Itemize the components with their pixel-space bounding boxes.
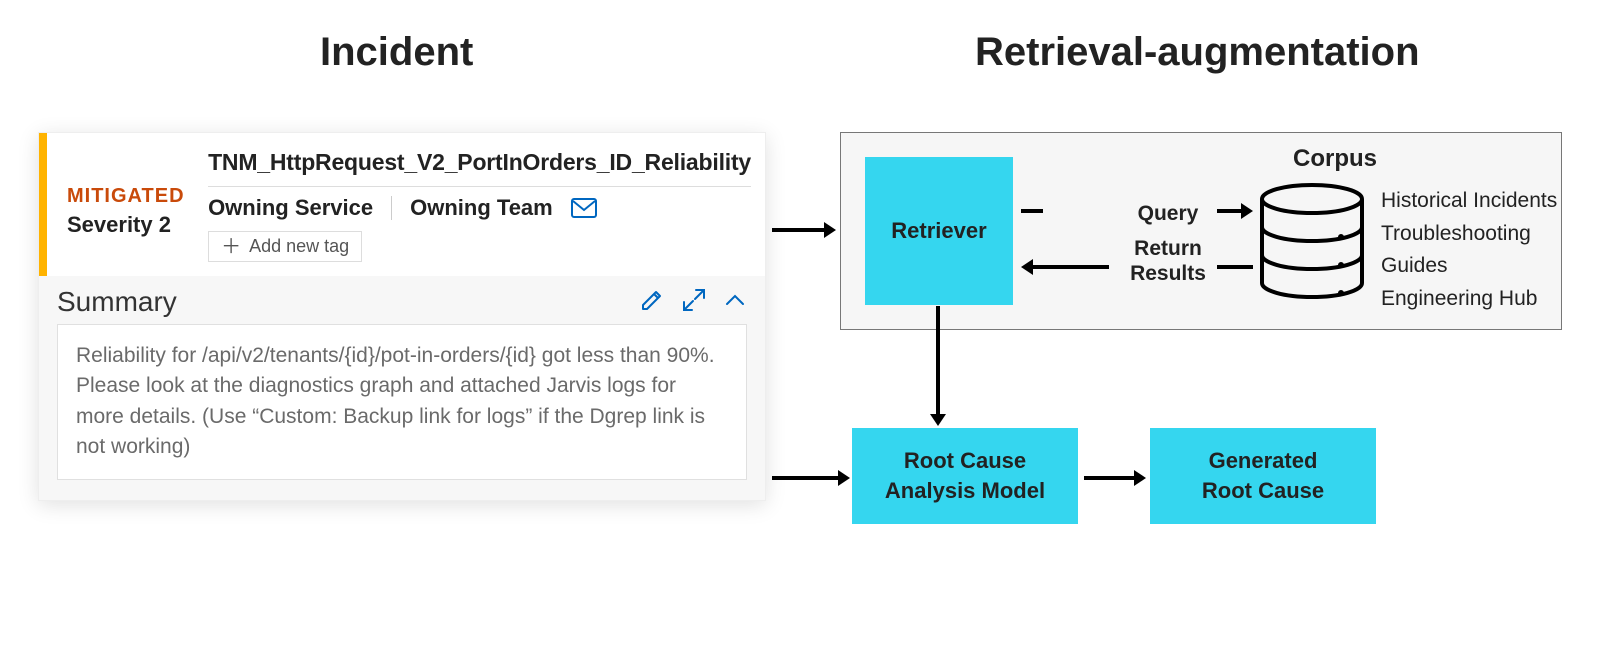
summary-actions <box>639 287 747 318</box>
status-column: MITIGATED Severity 2 <box>61 143 208 262</box>
incident-heading: Incident <box>320 30 473 75</box>
separator <box>391 196 392 220</box>
corpus-item: Troubleshooting Guides <box>1381 218 1561 283</box>
incident-header: MITIGATED Severity 2 TNM_HttpRequest_V2_… <box>39 133 765 276</box>
add-tag-button[interactable]: ＋ Add new tag <box>208 231 362 262</box>
retrieval-diagram: Retriever Query Return Results Corpus <box>840 132 1562 602</box>
severity-label: Severity 2 <box>67 212 208 238</box>
owning-service-label: Owning Service <box>208 195 373 221</box>
return-label: Return <box>1119 236 1217 261</box>
retrieval-heading: Retrieval-augmentation <box>975 30 1420 75</box>
rca-model-node: Root Cause Analysis Model <box>852 428 1078 524</box>
rca-model-label: Root Cause Analysis Model <box>885 446 1045 505</box>
database-icon <box>1257 183 1367 306</box>
corpus-list: Historical Incidents Troubleshooting Gui… <box>1381 185 1561 315</box>
title-column: TNM_HttpRequest_V2_PortInOrders_ID_Relia… <box>208 143 751 262</box>
generated-root-cause-node: Generated Root Cause <box>1150 428 1376 524</box>
owning-row: Owning Service Owning Team <box>208 187 751 221</box>
incident-card: MITIGATED Severity 2 TNM_HttpRequest_V2_… <box>38 132 766 501</box>
generated-root-cause-label: Generated Root Cause <box>1202 446 1324 505</box>
expand-icon[interactable] <box>681 287 707 318</box>
query-return-labels: Query Return Results <box>1119 201 1217 287</box>
arrow-incident-to-retriever <box>772 220 836 240</box>
incident-title: TNM_HttpRequest_V2_PortInOrders_ID_Relia… <box>208 149 751 187</box>
collapse-chevron-icon[interactable] <box>723 288 747 317</box>
status-badge: MITIGATED <box>67 185 208 208</box>
plus-icon: ＋ <box>221 237 241 257</box>
arrow-incident-to-rca <box>772 468 850 488</box>
summary-body: Reliability for /api/v2/tenants/{id}/pot… <box>57 324 747 480</box>
summary-section: Summary Reliability for /api/v2/tenants/… <box>39 276 765 500</box>
query-label: Query <box>1119 201 1217 226</box>
corpus-item: Historical Incidents <box>1381 185 1561 218</box>
retriever-node: Retriever <box>865 157 1013 305</box>
add-tag-label: Add new tag <box>249 236 349 257</box>
summary-heading: Summary <box>57 286 177 318</box>
retrieval-box: Retriever Query Return Results Corpus <box>840 132 1562 330</box>
results-label: Results <box>1119 261 1217 286</box>
corpus-label: Corpus <box>1293 145 1377 173</box>
edit-icon[interactable] <box>639 287 665 318</box>
mail-icon[interactable] <box>571 198 597 218</box>
arrow-retriever-to-rca <box>928 306 948 426</box>
corpus-item: Engineering Hub <box>1381 283 1561 316</box>
arrow-rca-to-generated <box>1084 468 1146 488</box>
owning-team-label: Owning Team <box>410 195 553 221</box>
